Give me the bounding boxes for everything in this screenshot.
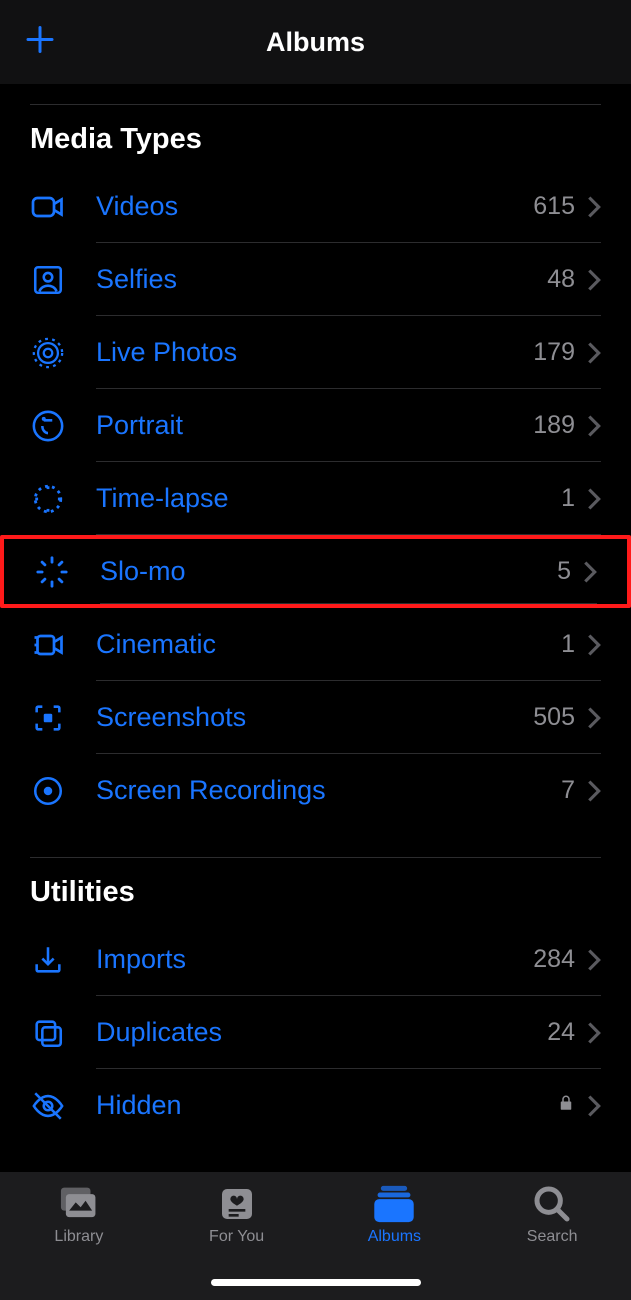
row-count: 615 — [533, 192, 587, 221]
for-you-icon — [216, 1184, 258, 1224]
albums-icon — [371, 1184, 417, 1224]
tab-label: Albums — [368, 1228, 421, 1246]
row-cinematic[interactable]: Cinematic 1 — [0, 608, 631, 681]
row-videos[interactable]: Videos 615 — [0, 170, 631, 243]
chevron-right-icon — [587, 1022, 601, 1044]
row-label: Hidden — [96, 1090, 557, 1121]
row-count: 505 — [533, 703, 587, 732]
lock-icon — [557, 1092, 587, 1119]
screenshots-icon — [31, 701, 65, 735]
row-label: Cinematic — [96, 629, 561, 660]
row-hidden[interactable]: Hidden — [0, 1069, 631, 1142]
tab-label: Library — [54, 1228, 103, 1246]
chevron-right-icon — [587, 415, 601, 437]
chevron-right-icon — [587, 1095, 601, 1117]
row-count: 5 — [557, 557, 583, 586]
row-label: Duplicates — [96, 1017, 547, 1048]
tab-label: For You — [209, 1228, 264, 1246]
home-indicator[interactable] — [211, 1279, 421, 1286]
chevron-right-icon — [587, 780, 601, 802]
time-lapse-icon — [31, 482, 65, 516]
row-selfies[interactable]: Selfies 48 — [0, 243, 631, 316]
row-screen-recordings[interactable]: Screen Recordings 7 — [0, 754, 631, 827]
row-label: Screenshots — [96, 702, 533, 733]
cinematic-icon — [30, 627, 66, 663]
row-time-lapse[interactable]: Time-lapse 1 — [0, 462, 631, 535]
plus-icon — [22, 22, 58, 58]
row-count: 179 — [533, 338, 587, 367]
row-duplicates[interactable]: Duplicates 24 — [0, 996, 631, 1069]
row-count: 189 — [533, 411, 587, 440]
row-label: Time-lapse — [96, 483, 561, 514]
selfies-icon — [31, 263, 65, 297]
tab-bar: Library For You Albums Search — [0, 1172, 631, 1300]
row-live-photos[interactable]: Live Photos 179 — [0, 316, 631, 389]
row-count: 24 — [547, 1018, 587, 1047]
live-photos-icon — [31, 336, 65, 370]
hidden-icon — [29, 1089, 67, 1123]
section-header-utilities: Utilities — [0, 858, 631, 923]
library-icon — [56, 1184, 102, 1224]
row-count: 1 — [561, 484, 587, 513]
duplicates-icon — [31, 1016, 65, 1050]
row-label: Slo-mo — [100, 556, 557, 587]
chevron-right-icon — [587, 707, 601, 729]
slo-mo-icon — [35, 555, 69, 589]
row-label: Live Photos — [96, 337, 533, 368]
tab-library[interactable]: Library — [0, 1184, 158, 1300]
row-screenshots[interactable]: Screenshots 505 — [0, 681, 631, 754]
chevron-right-icon — [587, 342, 601, 364]
chevron-right-icon — [587, 949, 601, 971]
row-label: Screen Recordings — [96, 775, 561, 806]
row-count: 284 — [533, 945, 587, 974]
chevron-right-icon — [587, 196, 601, 218]
page-title: Albums — [266, 27, 365, 58]
row-label: Selfies — [96, 264, 547, 295]
row-portrait[interactable]: Portrait 189 — [0, 389, 631, 462]
row-imports[interactable]: Imports 284 — [0, 923, 631, 996]
chevron-right-icon — [583, 561, 597, 583]
imports-icon — [31, 943, 65, 977]
row-label: Portrait — [96, 410, 533, 441]
search-icon — [531, 1184, 573, 1224]
chevron-right-icon — [587, 269, 601, 291]
row-slo-mo[interactable]: Slo-mo 5 — [0, 535, 631, 608]
chevron-right-icon — [587, 634, 601, 656]
portrait-icon — [31, 409, 65, 443]
row-count: 7 — [561, 776, 587, 805]
tab-search[interactable]: Search — [473, 1184, 631, 1300]
row-label: Imports — [96, 944, 533, 975]
section-header-media-types: Media Types — [0, 105, 631, 170]
navbar: Albums — [0, 0, 631, 84]
row-count: 48 — [547, 265, 587, 294]
row-label: Videos — [96, 191, 533, 222]
video-icon — [30, 189, 66, 225]
row-count: 1 — [561, 630, 587, 659]
chevron-right-icon — [587, 488, 601, 510]
tab-label: Search — [527, 1228, 578, 1246]
add-button[interactable] — [22, 22, 58, 63]
screen-recordings-icon — [31, 774, 65, 808]
